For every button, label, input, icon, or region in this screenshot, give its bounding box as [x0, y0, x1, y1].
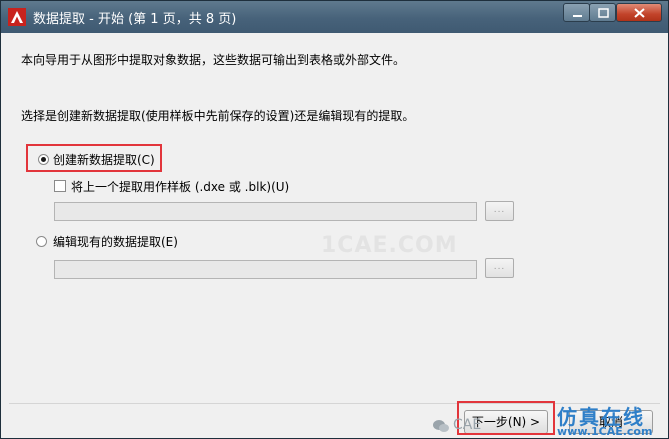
window-title: 数据提取 - 开始 (第 1 页，共 8 页) [33, 12, 237, 27]
close-button[interactable] [616, 3, 662, 22]
existing-path-input[interactable] [54, 260, 477, 279]
autocad-app-icon[interactable] [8, 8, 26, 26]
instruction-text: 选择是创建新数据提取(使用样板中先前保存的设置)还是编辑现有的提取。 [21, 109, 415, 123]
watermark-text: 1CAE.COM [321, 233, 458, 258]
create-new-radio[interactable] [38, 154, 49, 165]
title-bar[interactable]: 数据提取 - 开始 (第 1 页，共 8 页) [1, 1, 668, 33]
data-extraction-dialog: 数据提取 - 开始 (第 1 页，共 8 页) 1CAE.COM 本向导用于从图… [0, 0, 669, 439]
close-icon [634, 8, 645, 18]
minimize-icon [573, 15, 582, 17]
create-new-label[interactable]: 创建新数据提取(C) [53, 151, 155, 168]
maximize-icon [598, 8, 609, 18]
maximize-button[interactable] [589, 3, 616, 22]
template-browse-button[interactable]: ... [485, 201, 514, 221]
wechat-label: CAE [453, 417, 482, 433]
use-template-checkbox[interactable] [54, 180, 66, 192]
use-template-label[interactable]: 将上一个提取用作样板 (.dxe 或 .blk)(U) [71, 178, 289, 195]
edit-existing-radio[interactable] [36, 236, 47, 247]
existing-browse-button[interactable]: ... [485, 258, 514, 278]
brand-url: www.1CAE.com [557, 425, 653, 438]
edit-existing-label[interactable]: 编辑现有的数据提取(E) [53, 233, 178, 250]
wechat-icon [433, 420, 449, 432]
dialog-body: 1CAE.COM 本向导用于从图形中提取对象数据，这些数据可输出到表格或外部文件… [9, 33, 660, 435]
intro-text: 本向导用于从图形中提取对象数据，这些数据可输出到表格或外部文件。 [21, 53, 406, 67]
minimize-button[interactable] [563, 3, 590, 22]
template-path-input[interactable] [54, 202, 477, 221]
